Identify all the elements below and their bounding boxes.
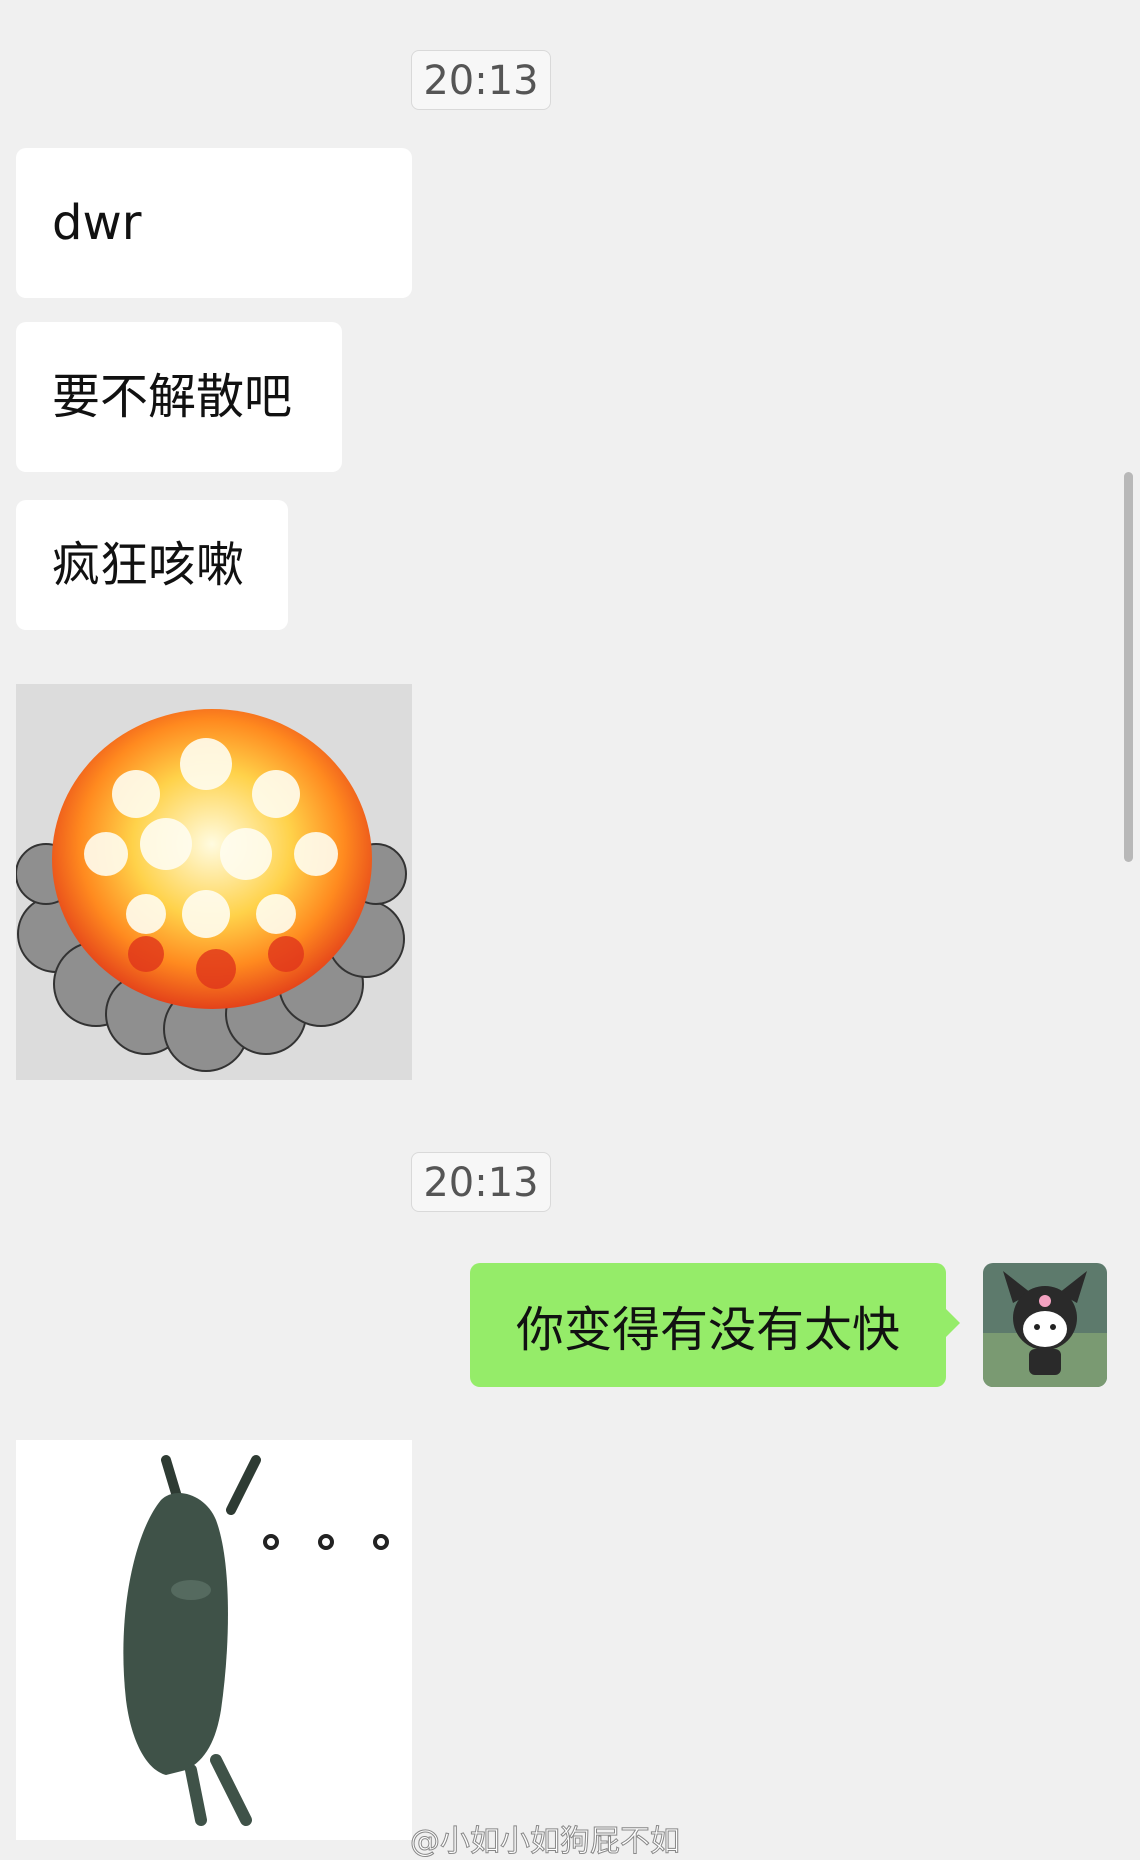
- ghost-dots-sticker[interactable]: [16, 1440, 412, 1840]
- message-timestamp: 20:13: [411, 1152, 551, 1212]
- explosion-icon: [16, 684, 412, 1080]
- kuromi-icon: [983, 1263, 1107, 1387]
- ghost-figure-icon: [16, 1440, 412, 1840]
- outgoing-message-bubble[interactable]: 你变得有没有太快: [470, 1263, 960, 1387]
- kuromi-avatar[interactable]: [983, 1263, 1107, 1387]
- explosion-sticker[interactable]: [16, 684, 412, 1080]
- message-text: 疯狂咳嗽: [52, 537, 245, 593]
- chat-scroll-area[interactable]: 20:13 dwr 要不解散吧 疯狂咳嗽 20:13 你变得有没有太快 @小如小…: [0, 0, 1140, 1860]
- incoming-message-bubble[interactable]: 要不解散吧: [16, 322, 342, 472]
- incoming-message-bubble[interactable]: dwr: [16, 148, 412, 298]
- message-text: dwr: [52, 195, 142, 251]
- incoming-message-bubble[interactable]: 疯狂咳嗽: [16, 500, 288, 630]
- watermark: @小如小如狗屁不如: [410, 1824, 681, 1860]
- message-text: 你变得有没有太快: [515, 1302, 900, 1358]
- scrollbar[interactable]: [1124, 472, 1133, 862]
- message-text: 要不解散吧: [52, 369, 293, 425]
- message-timestamp: 20:13: [411, 50, 551, 110]
